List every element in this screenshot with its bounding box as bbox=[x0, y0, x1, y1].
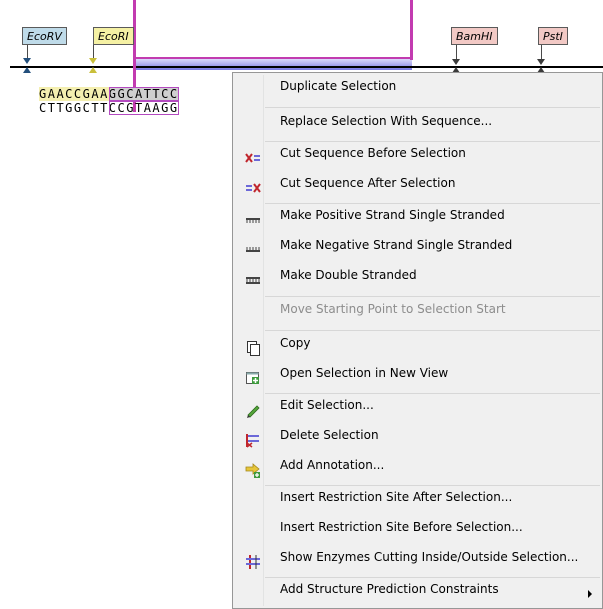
menu-item-delete-selection[interactable]: Delete Selection bbox=[235, 428, 600, 452]
menu-item-open-new-view[interactable]: Open Selection in New View bbox=[235, 366, 600, 390]
cut-marker bbox=[452, 59, 460, 65]
menu-separator bbox=[265, 107, 600, 108]
context-menu: Duplicate Selection Replace Selection Wi… bbox=[232, 72, 603, 609]
sequence-pre-selection: GAACCGAA bbox=[39, 87, 109, 101]
menu-item-copy[interactable]: Copy bbox=[235, 336, 600, 360]
negative-strand-icon bbox=[245, 242, 261, 258]
menu-item-replace-selection[interactable]: Replace Selection With Sequence... bbox=[235, 114, 600, 138]
menu-separator bbox=[265, 485, 600, 486]
enzyme-label-bamhi[interactable]: BamHI bbox=[451, 27, 498, 45]
delete-selection-icon bbox=[245, 432, 261, 448]
cut-marker bbox=[89, 58, 97, 64]
menu-item-cut-before[interactable]: Cut Sequence Before Selection bbox=[235, 146, 600, 170]
menu-item-label: Make Double Stranded bbox=[280, 268, 417, 282]
selection-right-edge[interactable] bbox=[410, 0, 413, 60]
menu-item-label: Edit Selection... bbox=[280, 398, 374, 412]
menu-item-cut-after[interactable]: Cut Sequence After Selection bbox=[235, 176, 600, 200]
enzyme-tick bbox=[93, 45, 94, 59]
menu-item-label: Add Structure Prediction Constraints bbox=[280, 582, 499, 596]
menu-separator bbox=[265, 393, 600, 394]
sequence-top-strand[interactable]: GAACCGAAGGCATTCC bbox=[39, 87, 179, 102]
menu-item-label: Cut Sequence Before Selection bbox=[280, 146, 466, 160]
sequence-bottom-strand[interactable]: CTTGGCTTCCGTAAGG bbox=[39, 101, 179, 116]
sequence-selected: GGCATTCC bbox=[108, 87, 179, 101]
menu-item-label: Move Starting Point to Selection Start bbox=[280, 302, 506, 316]
sequence-selected: CCGTAAGG bbox=[108, 101, 179, 115]
menu-item-add-annotation[interactable]: Add Annotation... bbox=[235, 458, 600, 482]
menu-item-double-stranded[interactable]: Make Double Stranded bbox=[235, 268, 600, 292]
menu-item-insert-site-after[interactable]: Insert Restriction Site After Selection.… bbox=[235, 490, 600, 514]
menu-item-label: Insert Restriction Site Before Selection… bbox=[280, 520, 523, 534]
menu-separator bbox=[265, 141, 600, 142]
menu-item-label: Add Annotation... bbox=[280, 458, 385, 472]
double-strand-icon bbox=[245, 272, 261, 288]
menu-item-label: Make Negative Strand Single Stranded bbox=[280, 238, 513, 252]
enzyme-tick bbox=[27, 45, 28, 59]
menu-item-label: Make Positive Strand Single Stranded bbox=[280, 208, 505, 222]
menu-item-label: Insert Restriction Site After Selection.… bbox=[280, 490, 513, 504]
menu-item-label: Cut Sequence After Selection bbox=[280, 176, 456, 190]
selection-outline bbox=[133, 57, 413, 59]
cut-marker bbox=[537, 59, 545, 65]
enzyme-label-ecorv[interactable]: EcoRV bbox=[22, 27, 67, 45]
enzyme-label-psti[interactable]: PstI bbox=[538, 27, 568, 45]
menu-item-move-starting-point[interactable]: Move Starting Point to Selection Start bbox=[235, 302, 600, 326]
menu-item-positive-single-strand[interactable]: Make Positive Strand Single Stranded bbox=[235, 208, 600, 232]
menu-item-label: Copy bbox=[280, 336, 311, 350]
copy-icon bbox=[245, 340, 261, 356]
enzyme-tick bbox=[456, 45, 457, 59]
menu-separator bbox=[265, 203, 600, 204]
menu-item-edit-selection[interactable]: Edit Selection... bbox=[235, 398, 600, 422]
enzyme-label-ecori[interactable]: EcoRI bbox=[93, 27, 134, 45]
menu-separator bbox=[265, 577, 600, 578]
cut-marker bbox=[89, 67, 97, 73]
sequence-backbone bbox=[10, 66, 603, 68]
enzymes-icon bbox=[245, 554, 261, 570]
cut-before-icon bbox=[245, 150, 261, 166]
new-view-icon bbox=[245, 370, 261, 386]
menu-item-negative-single-strand[interactable]: Make Negative Strand Single Stranded bbox=[235, 238, 600, 262]
cut-after-icon bbox=[245, 180, 261, 196]
menu-item-insert-site-before[interactable]: Insert Restriction Site Before Selection… bbox=[235, 520, 600, 544]
menu-separator bbox=[265, 330, 600, 331]
cut-marker bbox=[23, 67, 31, 73]
menu-item-duplicate-selection[interactable]: Duplicate Selection bbox=[235, 79, 600, 103]
menu-item-label: Delete Selection bbox=[280, 428, 379, 442]
menu-separator bbox=[265, 296, 600, 297]
menu-item-label: Duplicate Selection bbox=[280, 79, 397, 93]
menu-item-show-enzymes[interactable]: Show Enzymes Cutting Inside/Outside Sele… bbox=[235, 550, 600, 574]
menu-item-structure-constraints[interactable]: Add Structure Prediction Constraints bbox=[235, 582, 600, 606]
menu-item-label: Show Enzymes Cutting Inside/Outside Sele… bbox=[280, 550, 579, 564]
menu-item-label: Open Selection in New View bbox=[280, 366, 449, 380]
sequence-pre-selection: CTTGGCTT bbox=[39, 101, 109, 115]
menu-item-label: Replace Selection With Sequence... bbox=[280, 114, 493, 128]
enzyme-tick bbox=[541, 45, 542, 59]
cut-marker bbox=[23, 58, 31, 64]
pencil-icon bbox=[245, 402, 261, 418]
submenu-arrow-icon bbox=[588, 590, 592, 598]
positive-strand-icon bbox=[245, 212, 261, 228]
add-annotation-icon bbox=[245, 462, 261, 478]
